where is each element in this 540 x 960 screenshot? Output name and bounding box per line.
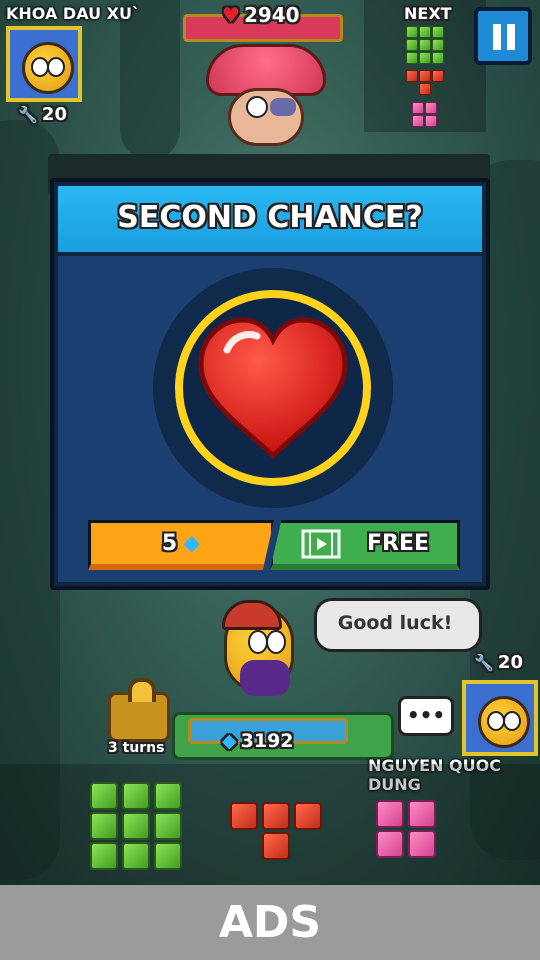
gem-cost: 5 [161, 531, 178, 556]
player-score: 🔧 20 [474, 652, 523, 673]
opponent-score: 🔧 20 [18, 104, 67, 125]
player-gems: ◆ 3192 [222, 730, 294, 752]
heart-ring [175, 290, 371, 486]
boss-hp: ♥ 2940 [222, 3, 300, 27]
free-label: FREE [366, 531, 430, 556]
opponent-name: KHOA DAU XU` [6, 4, 140, 23]
speech-bubble: Good luck! [314, 598, 482, 652]
diamond-icon: ◆ [222, 730, 237, 752]
piece-pink-square[interactable] [376, 800, 440, 862]
locked-slot[interactable] [104, 676, 174, 750]
dialog-body: 5 ◆ FREE [58, 256, 482, 582]
ads-banner[interactable]: ADS [0, 885, 540, 960]
piece-green-square[interactable] [90, 782, 186, 878]
heart-icon [198, 317, 348, 460]
piece-red-t[interactable] [230, 802, 326, 864]
pause-icon [493, 24, 501, 50]
next-label: NEXT [404, 4, 452, 23]
key-icon: 🔧 [18, 105, 38, 124]
key-icon: 🔧 [474, 653, 494, 672]
chat-icon: ••• [406, 703, 446, 727]
dialog-title: SECOND CHANCE? [117, 200, 423, 235]
next-panel: NEXT [364, 0, 486, 132]
lock-icon [128, 678, 156, 702]
gem-continue-button[interactable]: 5 ◆ [88, 520, 274, 570]
second-chance-dialog: SECOND CHANCE? 5 ◆ FREE [50, 178, 490, 590]
speech-text: Good luck! [337, 612, 453, 634]
opponent-avatar [6, 26, 82, 102]
pause-button[interactable] [474, 7, 532, 65]
boss-mushroom [206, 40, 326, 155]
diamond-icon: ◆ [183, 531, 201, 556]
video-icon [301, 529, 341, 558]
player-avatar [462, 680, 538, 756]
free-video-button[interactable]: FREE [270, 520, 460, 570]
lock-turns: 3 turns [108, 740, 165, 756]
chat-button[interactable]: ••• [398, 696, 454, 736]
dialog-header: SECOND CHANCE? [58, 186, 482, 252]
heart-icon: ♥ [222, 3, 240, 27]
player-character [212, 600, 312, 710]
